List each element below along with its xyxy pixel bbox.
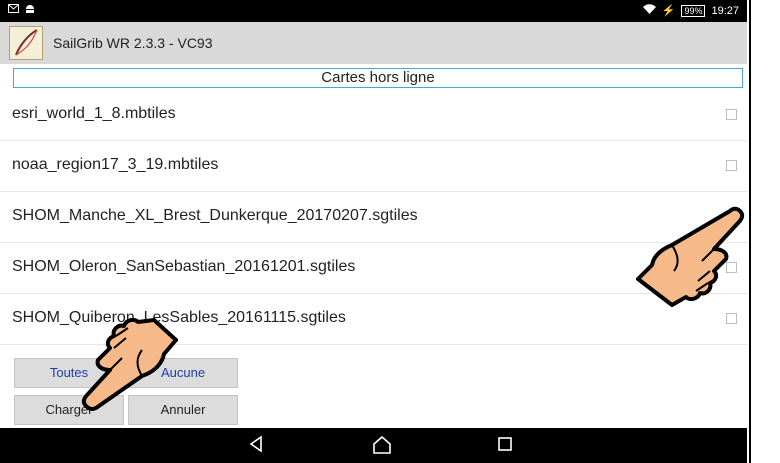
pointing-hand-icon	[80, 317, 180, 418]
charging-icon: ⚡	[661, 5, 676, 17]
screen-border	[749, 0, 751, 463]
battery-icon: 99%	[681, 4, 706, 17]
file-name: esri_world_1_8.mbtiles	[12, 105, 176, 122]
navigation-bar	[0, 428, 747, 463]
checkbox[interactable]	[726, 160, 737, 171]
clock: 19:27	[711, 4, 739, 17]
checkbox[interactable]	[726, 109, 737, 120]
wifi-icon	[642, 4, 656, 17]
home-icon[interactable]	[372, 435, 392, 460]
app-screen: ⚡ 99% 19:27 SailGrib WR 2.3.3 - VC93 Car…	[0, 0, 747, 463]
dialog-title: Cartes hors ligne	[13, 68, 743, 88]
file-name: SHOM_Oleron_SanSebastian_20161201.sgtile…	[12, 258, 356, 275]
app-bar: SailGrib WR 2.3.3 - VC93	[0, 22, 747, 64]
status-bar: ⚡ 99% 19:27	[0, 0, 747, 22]
back-icon[interactable]	[248, 435, 264, 458]
app-logo-icon	[9, 26, 43, 60]
app-title: SailGrib WR 2.3.3 - VC93	[53, 35, 213, 51]
file-name: noaa_region17_3_19.mbtiles	[12, 156, 219, 173]
file-name: SHOM_Manche_XL_Brest_Dunkerque_20170207.…	[12, 207, 418, 224]
list-item[interactable]: esri_world_1_8.mbtiles	[0, 90, 747, 141]
android-icon	[25, 4, 35, 17]
mail-icon	[8, 4, 19, 17]
recents-icon[interactable]	[497, 435, 513, 458]
list-item[interactable]: noaa_region17_3_19.mbtiles	[0, 141, 747, 192]
pointing-hand-icon	[628, 205, 748, 315]
